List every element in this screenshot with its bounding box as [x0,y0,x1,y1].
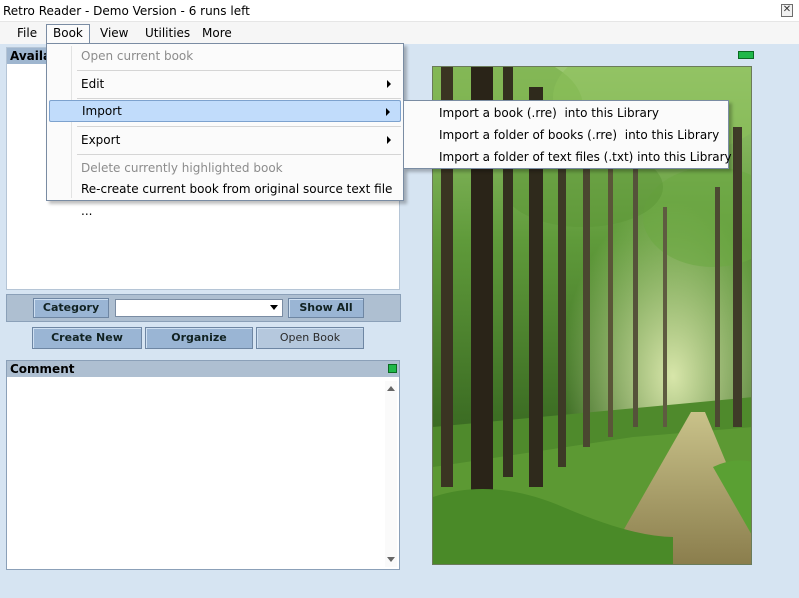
menu-bar: File Book View Utilities More [0,22,799,44]
comment-panel: Comment [6,360,400,570]
image-indicator-icon [738,51,754,59]
menu-separator [77,98,401,99]
menu-item-export[interactable]: Export [49,129,401,151]
category-select[interactable] [115,299,283,317]
organize-button[interactable]: Organize [145,327,253,349]
chevron-down-icon [270,305,278,310]
menu-item-export-label: Export [81,133,121,147]
menu-item-open-current-book[interactable]: Open current book [49,45,401,67]
book-menu-dropdown: Open current book Edit Import Export Del… [46,43,404,218]
comment-header-label: Comment [10,362,75,376]
comment-scrollbar[interactable] [385,381,397,567]
chevron-right-icon [386,108,390,116]
comment-textarea[interactable] [7,378,383,569]
submenu-item-import-book[interactable]: Import a book (.rre) into this Library [406,102,726,124]
menu-item-import[interactable]: Import [49,100,401,122]
menu-utilities[interactable]: Utilities [139,25,196,43]
menu-separator [77,154,401,155]
close-icon: ✕ [782,4,792,15]
import-submenu: Import a book (.rre) into this Library I… [403,100,732,169]
menu-view[interactable]: View [94,25,134,43]
category-button[interactable]: Category [33,298,109,318]
menu-item-edit-label: Edit [81,77,105,91]
open-book-button[interactable]: Open Book [256,327,364,349]
window-title: Retro Reader - Demo Version - 6 runs lef… [3,4,250,18]
menu-item-recreate-book[interactable]: Re-create current book from original sou… [49,178,401,218]
menu-file[interactable]: File [11,25,43,43]
create-new-button[interactable]: Create New [32,327,142,349]
submenu-item-import-folder-books[interactable]: Import a folder of books (.rre) into thi… [406,124,726,146]
menu-separator [77,126,401,127]
scroll-down-icon[interactable] [387,557,395,562]
show-all-button[interactable]: Show All [288,298,364,318]
submenu-item-import-folder-text[interactable]: Import a folder of text files (.txt) int… [406,146,732,168]
category-bar: Category Show All [6,294,401,322]
menu-more[interactable]: More [196,25,238,43]
close-button[interactable]: ✕ [781,4,793,17]
menu-item-import-label: Import [82,104,122,118]
chevron-right-icon [387,136,391,144]
menu-book[interactable]: Book [46,24,90,44]
menu-item-delete-book[interactable]: Delete currently highlighted book [49,157,401,179]
status-indicator-icon [388,364,397,373]
scroll-up-icon[interactable] [387,386,395,391]
chevron-right-icon [387,80,391,88]
title-bar: Retro Reader - Demo Version - 6 runs lef… [0,0,799,22]
menu-item-edit[interactable]: Edit [49,73,401,95]
comment-panel-header: Comment [7,361,399,377]
menu-separator [77,70,401,71]
